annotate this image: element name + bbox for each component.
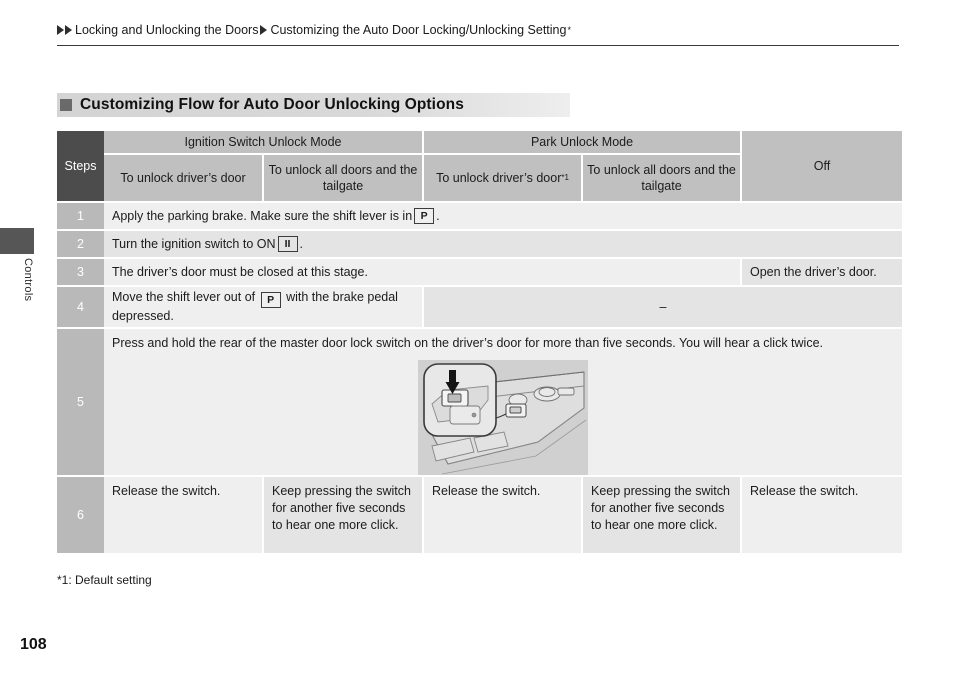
step-3-instruction-left: The driver’s door must be closed at this… xyxy=(104,257,742,285)
sub-header-footnote-marker: *1 xyxy=(561,172,569,182)
step-number: 6 xyxy=(57,475,104,553)
sub-header-park-driver-door: To unlock driver’s door *1 xyxy=(424,155,583,201)
breadcrumb-item-1[interactable]: Locking and Unlocking the Doors xyxy=(75,23,258,37)
steps-column-header: Steps xyxy=(57,131,104,201)
step-4-text-before: Move the shift lever out of xyxy=(112,289,259,304)
breadcrumb: Locking and Unlocking the Doors Customiz… xyxy=(57,18,899,42)
heading-text: Customizing Flow for Auto Door Unlocking… xyxy=(80,96,464,113)
step-5-illustration-wrap xyxy=(112,356,894,482)
heading-bullet-icon xyxy=(60,99,72,111)
sub-header-ignition-all-doors: To unlock all doors and the tailgate xyxy=(264,155,424,201)
step-2-text-before: Turn the ignition switch to ON xyxy=(112,236,276,251)
ignition-on-ii-icon: II xyxy=(277,236,298,252)
step-6-cell-off: Release the switch. xyxy=(742,475,902,553)
breadcrumb-arrow-icon xyxy=(65,25,72,35)
master-door-lock-switch-diagram xyxy=(418,359,588,482)
step-6-cell-park-all-doors: Keep pressing the switch for another fiv… xyxy=(583,475,742,553)
customizing-flow-table: Steps Ignition Switch Unlock Mode Park U… xyxy=(57,131,902,553)
step-4-instruction-dash: – xyxy=(424,285,902,327)
side-tab-marker xyxy=(0,228,34,254)
footnote: *1: Default setting xyxy=(57,573,152,587)
step-5-text: Press and hold the rear of the master do… xyxy=(112,336,823,350)
step-2-instruction: Turn the ignition switch to ON II. xyxy=(104,229,902,257)
breadcrumb-separator-arrow-icon xyxy=(260,25,268,35)
page-number: 108 xyxy=(20,636,47,653)
step-6-cell-ignition-all-doors: Keep pressing the switch for another fiv… xyxy=(264,475,424,553)
step-3-instruction-off: Open the driver’s door. xyxy=(742,257,902,285)
sub-header-ignition-driver-door: To unlock driver’s door xyxy=(104,155,264,201)
gear-p-icon: P xyxy=(260,292,281,309)
table-row: 1 Apply the parking brake. Make sure the… xyxy=(57,201,902,229)
step-number: 4 xyxy=(57,285,104,327)
step-1-text-after: . xyxy=(436,208,440,223)
step-number: 1 xyxy=(57,201,104,229)
step-1-instruction: Apply the parking brake. Make sure the s… xyxy=(104,201,902,229)
breadcrumb-item-2-superscript: * xyxy=(567,25,571,35)
step-2-text-after: . xyxy=(299,236,303,251)
table-row: 4 Move the shift lever out of P with the… xyxy=(57,285,902,327)
breadcrumb-item-2[interactable]: Customizing the Auto Door Locking/Unlock… xyxy=(270,23,566,37)
sub-header-label: To unlock all doors and the tailgate xyxy=(587,162,736,193)
sub-header-label: To unlock driver’s door xyxy=(436,170,562,185)
side-tab-label: Controls xyxy=(22,258,34,302)
table-row: 5 Press and hold the rear of the master … xyxy=(57,327,902,482)
step-number: 5 xyxy=(57,327,104,475)
sub-header-park-all-doors: To unlock all doors and the tailgate xyxy=(583,155,742,201)
sub-header-label: To unlock driver’s door xyxy=(120,170,246,185)
group-header-ignition-switch-unlock-mode: Ignition Switch Unlock Mode xyxy=(104,131,424,155)
step-6-cell-ignition-driver-door: Release the switch. xyxy=(104,475,264,553)
step-1-text-before: Apply the parking brake. Make sure the s… xyxy=(112,208,413,223)
breadcrumb-divider xyxy=(57,45,899,46)
table-row: 2 Turn the ignition switch to ON II. xyxy=(57,229,902,257)
sub-header-label: To unlock all doors and the tailgate xyxy=(268,162,418,193)
breadcrumb-arrow-icon xyxy=(57,25,64,35)
step-number: 3 xyxy=(57,257,104,285)
step-4-instruction-left: Move the shift lever out of P with the b… xyxy=(104,285,424,327)
group-header-park-unlock-mode: Park Unlock Mode xyxy=(424,131,742,155)
step-5-instruction: Press and hold the rear of the master do… xyxy=(104,327,902,482)
step-6-cell-park-driver-door: Release the switch. xyxy=(424,475,583,553)
table-header: Steps Ignition Switch Unlock Mode Park U… xyxy=(57,131,902,201)
table-row: 3 The driver’s door must be closed at th… xyxy=(57,257,902,285)
step-number: 2 xyxy=(57,229,104,257)
page-title: Customizing Flow for Auto Door Unlocking… xyxy=(57,93,570,117)
table-row: 6 Release the switch. Keep pressing the … xyxy=(57,475,902,553)
gear-p-icon: P xyxy=(414,208,435,224)
